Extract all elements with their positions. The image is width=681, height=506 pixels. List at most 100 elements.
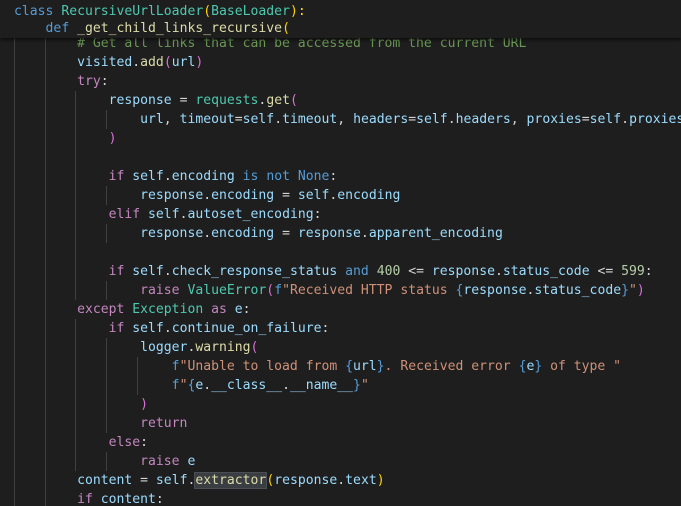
code-token: . Received error	[384, 359, 519, 374]
code-token: and	[345, 264, 369, 279]
code-token: self	[155, 473, 188, 488]
code-token: logger	[140, 340, 188, 355]
code-token: )	[195, 55, 204, 70]
code-token: BaseLoader	[211, 4, 290, 19]
code-token: self	[132, 169, 164, 184]
code-token: ,	[163, 112, 180, 127]
code-token: headers	[455, 112, 511, 127]
code-line[interactable]: f"{e.__class__.__name__}"	[0, 376, 681, 395]
code-token: encoding	[337, 188, 401, 203]
code-line[interactable]	[0, 148, 681, 167]
code-token: is not	[242, 169, 290, 184]
code-line[interactable]: raise ValueError(f"Received HTTP status …	[0, 281, 681, 300]
code-token: raise	[140, 454, 188, 469]
code-token: class	[14, 4, 62, 19]
sticky-line[interactable]: def _get_child_links_recursive(	[0, 19, 681, 38]
code-token: proxies	[526, 112, 582, 127]
code-token: .	[203, 226, 212, 241]
code-line[interactable]: )	[0, 129, 681, 148]
code-token: content	[100, 492, 156, 506]
code-token: response	[463, 283, 527, 298]
code-token: )	[140, 397, 149, 412]
code-token: Exception	[132, 302, 204, 317]
code-token: if	[108, 321, 133, 336]
code-token: headers	[353, 112, 409, 127]
code-token: content	[77, 473, 133, 488]
code-line[interactable]: response.encoding = response.apparent_en…	[0, 224, 681, 243]
code-token: encoding	[211, 188, 275, 203]
code-token: .	[494, 264, 503, 279]
code-token: =	[132, 473, 156, 488]
code-token: }	[353, 378, 361, 393]
code-line[interactable]: content = self.extractor(response.text)	[0, 471, 681, 490]
code-token: def	[45, 21, 78, 36]
code-line[interactable]: response.encoding = self.encoding	[0, 186, 681, 205]
code-token: e	[187, 454, 196, 469]
code-token: self	[297, 188, 330, 203]
code-token: )	[376, 473, 385, 488]
code-token: .	[163, 264, 172, 279]
code-line[interactable]: f"Unable to load from {url}. Received er…	[0, 357, 681, 376]
code-token: e	[234, 302, 243, 317]
code-token: text	[345, 473, 377, 488]
code-line[interactable]: response = requests.get(	[0, 91, 681, 110]
code-token: response	[140, 226, 204, 241]
code-line[interactable]: return	[0, 414, 681, 433]
code-line[interactable]: )	[0, 395, 681, 414]
code-token: self	[242, 112, 275, 127]
code-line[interactable]	[0, 243, 681, 262]
code-line[interactable]: url, timeout=self.timeout, headers=self.…	[0, 110, 681, 129]
code-line[interactable]: if self.encoding is not None:	[0, 167, 681, 186]
code-token: "Received HTTP status	[282, 283, 456, 298]
code-line[interactable]: if self.continue_on_failure:	[0, 319, 681, 338]
code-token: raise	[140, 283, 188, 298]
code-token: (	[289, 93, 298, 108]
code-token: self	[148, 207, 180, 222]
code-token: .	[274, 112, 283, 127]
code-token: 400	[376, 264, 401, 279]
code-line[interactable]: logger.warning(	[0, 338, 681, 357]
code-editor[interactable]: # Get all links that can be accessed fro…	[0, 0, 681, 506]
code-token: try	[77, 74, 101, 89]
code-token: if	[108, 169, 133, 184]
code-line[interactable]: visited.add(url)	[0, 53, 681, 72]
code-token: =	[274, 226, 298, 241]
code-line[interactable]: except Exception as e:	[0, 300, 681, 319]
sticky-scroll-header[interactable]: class RecursiveUrlLoader(BaseLoader): de…	[0, 0, 681, 38]
code-token: url	[353, 359, 377, 374]
code-line[interactable]: else:	[0, 433, 681, 452]
code-line[interactable]: if content:	[0, 490, 681, 506]
code-token: }	[376, 359, 385, 374]
code-token: ValueError	[187, 283, 267, 298]
code-token: url	[171, 55, 196, 70]
code-token: check_response_status	[171, 264, 338, 279]
code-token: 599	[621, 264, 645, 279]
code-token: self	[132, 264, 164, 279]
code-token: .	[163, 169, 172, 184]
code-token: proxies	[629, 112, 681, 127]
code-token: "	[360, 378, 369, 393]
code-line[interactable]: raise e	[0, 452, 681, 471]
code-line[interactable]: try:	[0, 72, 681, 91]
code-token: =	[581, 112, 590, 127]
code-line[interactable]: if self.check_response_status and 400 <=…	[0, 262, 681, 281]
code-token: =	[234, 112, 243, 127]
code-line[interactable]: elif self.autoset_encoding:	[0, 205, 681, 224]
